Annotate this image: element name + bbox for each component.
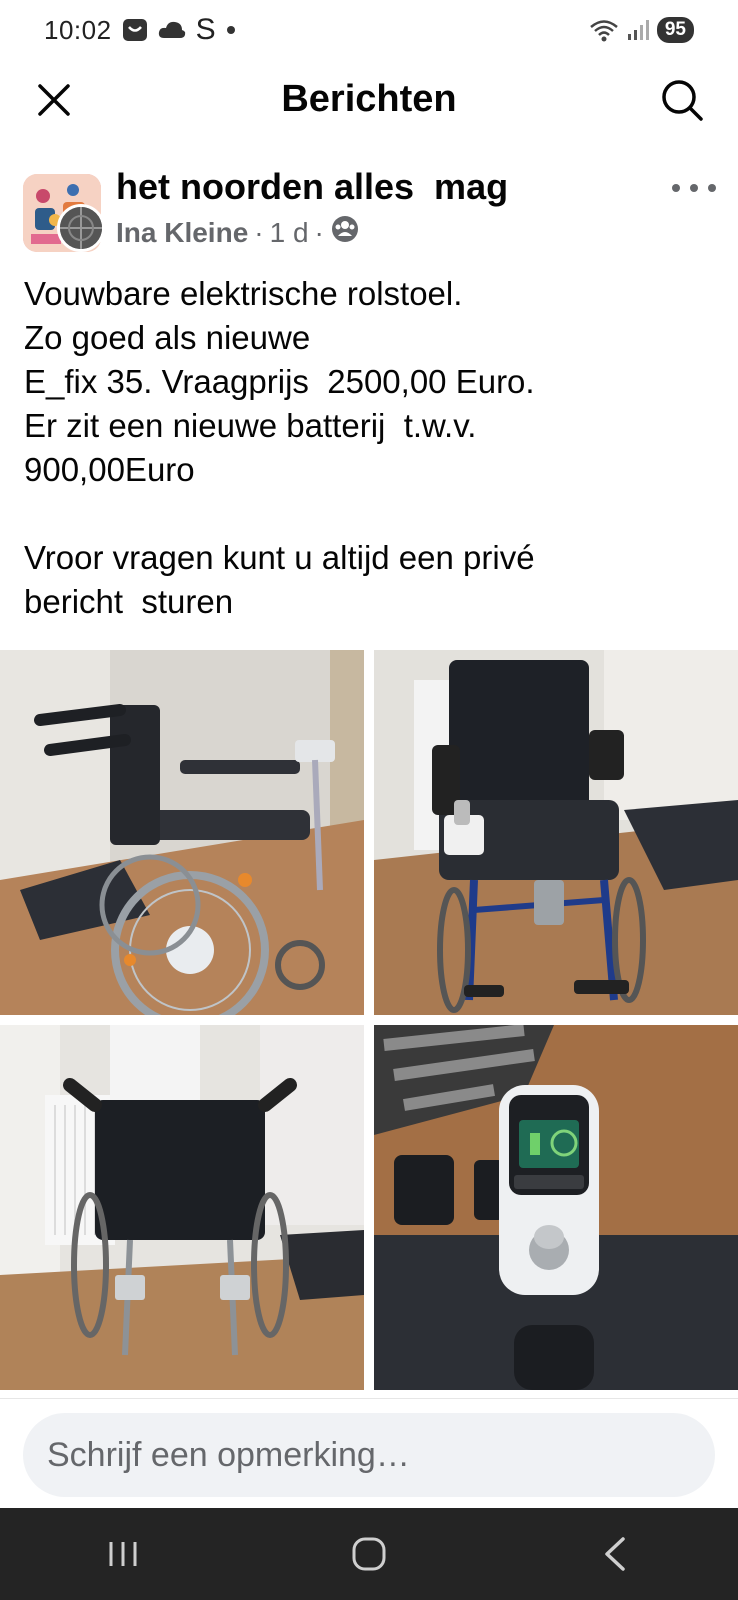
wifi-icon <box>589 18 619 42</box>
post-text-line: Vouwbare elektrische rolstoel. <box>24 275 463 312</box>
battery-level: 95 <box>656 17 694 43</box>
author-name[interactable]: Ina Kleine <box>116 217 248 249</box>
post-text-line: Er zit een nieuwe batterij t.w.v. <box>24 407 477 444</box>
photo-wheelchair-front[interactable] <box>374 650 738 1015</box>
post-text-line: Zo goed als nieuwe <box>24 319 311 356</box>
close-icon[interactable] <box>32 78 76 122</box>
page-title: Berichten <box>281 77 457 120</box>
carrier-glyph: S <box>195 13 216 46</box>
photo-wheelchair-side[interactable] <box>0 650 364 1015</box>
page-header: Berichten <box>0 60 738 138</box>
photo-joystick-controller[interactable] <box>374 1025 738 1390</box>
status-right: 95 <box>589 17 694 43</box>
post-meta: Ina Kleine · 1 d · <box>116 214 360 251</box>
screen: 10:02 S 95 Berichten het noorden alles m… <box>0 0 738 1600</box>
comment-input[interactable]: Schrijf een opmerking… <box>23 1413 715 1497</box>
status-time: 10:02 <box>44 14 112 45</box>
post-text-blank-line <box>24 492 724 536</box>
more-dot <box>690 184 698 192</box>
system-nav-bar <box>0 1508 738 1600</box>
more-dot <box>708 184 716 192</box>
post-text-line: E_fix 35. Vraagprijs 2500,00 Euro. <box>24 363 535 400</box>
message-app-icon <box>122 18 148 42</box>
post-text-line: Vroor vragen kunt u altijd een privé <box>24 539 535 576</box>
recents-icon[interactable] <box>83 1524 163 1584</box>
comment-area: Schrijf een opmerking… <box>0 1398 738 1508</box>
post-text: Vouwbare elektrische rolstoel. Zo goed a… <box>24 272 724 624</box>
status-left: 10:02 S <box>44 13 236 47</box>
author-avatar[interactable] <box>57 204 105 252</box>
meta-separator: · <box>254 216 264 248</box>
back-icon[interactable] <box>575 1524 655 1584</box>
more-options-icon[interactable] <box>672 178 716 198</box>
post-header: het noorden alles mag Ina Kleine · 1 d · <box>0 164 738 274</box>
group-members-icon <box>330 214 360 251</box>
home-icon[interactable] <box>329 1524 409 1584</box>
post-text-line: bericht sturen <box>24 583 234 620</box>
group-name[interactable]: het noorden alles mag <box>116 166 508 208</box>
meta-separator: · <box>314 216 324 248</box>
photo-wheelchair-back[interactable] <box>0 1025 364 1390</box>
post-text-line: 900,00Euro <box>24 451 195 488</box>
dot-icon <box>226 25 236 35</box>
search-icon[interactable] <box>658 76 706 124</box>
photo-grid <box>0 650 738 1390</box>
comment-placeholder: Schrijf een opmerking… <box>47 1435 410 1474</box>
status-bar: 10:02 S 95 <box>0 0 738 60</box>
signal-icon <box>627 19 649 41</box>
more-dot <box>672 184 680 192</box>
cloud-icon <box>158 20 186 40</box>
post-time[interactable]: 1 d <box>270 217 309 249</box>
